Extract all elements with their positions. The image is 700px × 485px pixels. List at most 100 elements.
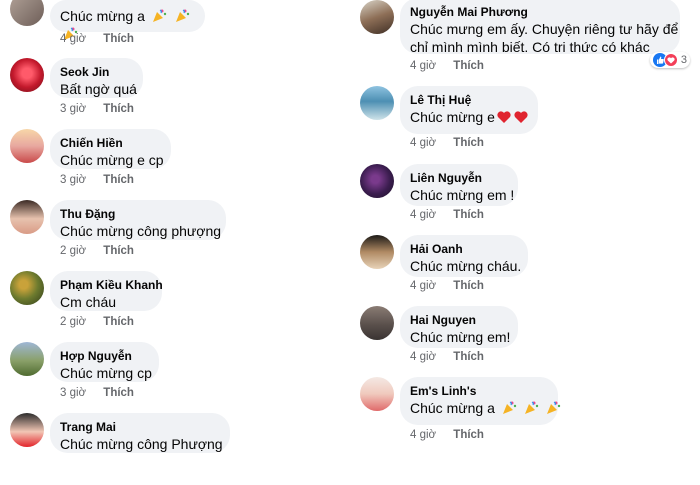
comment-meta: 2 giờ Thích [60,316,134,328]
reaction-summary[interactable]: 3 [649,52,690,68]
avatar[interactable] [360,306,394,340]
comment-meta: 3 giờ Thích [60,387,134,399]
comment-time[interactable]: 4 giờ [410,137,436,149]
party-popper-emoji [499,400,561,416]
comment-time[interactable]: 4 giờ [410,280,436,292]
comment-time[interactable]: 4 giờ [410,60,436,72]
comment-bubble: Hợp Nguyễn Chúc mừng cp [50,342,159,382]
comment-meta: 4 giờ Thích [410,280,484,292]
commenter-name[interactable]: Chiến Hiền [60,135,159,151]
comment: Lê Thị Huệ Chúc mừng e 4 giờ Thích [350,86,700,158]
like-link[interactable]: Thích [453,209,484,221]
comment-time[interactable]: 2 giờ [60,316,86,328]
like-link[interactable]: Thích [453,429,484,441]
comment-bubble: Trang Mai Chúc mừng công Phượng [50,413,230,453]
like-link[interactable]: Thích [103,316,134,328]
comment-text: Chúc mừng cháu. [410,258,522,274]
comment-time[interactable]: 4 giờ [410,351,436,363]
like-link[interactable]: Thích [453,351,484,363]
like-link[interactable]: Thích [453,137,484,149]
comment-text-line-2: chỉ mình mình biết. Có tri thức có khác [410,39,650,55]
reaction-count: 3 [680,54,687,66]
commenter-name[interactable]: Trang Mai [60,419,218,435]
commenter-name[interactable]: Seok Jin [60,64,131,80]
avatar[interactable] [10,129,44,163]
commenter-name[interactable]: Lê Thị Huệ [410,92,526,108]
avatar[interactable] [10,58,44,92]
comment-meta: 3 giờ Thích [60,174,134,186]
comment: Liên Nguyễn Chúc mừng em ! 4 giờ Thích [350,164,700,236]
comment-time[interactable]: 3 giờ [60,387,86,399]
comment-meta: 4 giờ Thích [410,60,484,72]
commenter-name[interactable]: Nguyễn Mai Phương [410,4,668,20]
comment-text: Chúc mừng em ! [410,187,515,203]
commenter-name[interactable]: Hải Oanh [410,241,516,257]
comment-bubble: Hải Oanh Chúc mừng cháu. [400,235,528,277]
comment: Thu Đặng Chúc mừng công phượng 2 giờ Thí… [0,200,345,272]
comment-bubble: Chúc mừng a [50,0,205,40]
comment-text: Chúc mừng công phượng [60,223,222,239]
comment-bubble: Lê Thị Huệ Chúc mừng e [400,86,538,134]
avatar[interactable] [360,86,394,120]
like-link[interactable]: Thích [453,60,484,72]
comment: Hai Nguyen Chúc mừng em! 4 giờ Thích [350,306,700,378]
comment-bubble: Seok Jin Bất ngờ quá [50,58,143,98]
comment: Seok Jin Bất ngờ quá 3 giờ Thích [0,58,345,130]
comment-text: Chúc mừng công Phượng [60,436,223,452]
comment-text: Chúc mừng em! [410,329,511,345]
comment: Hợp Nguyễn Chúc mừng cp 3 giờ Thích [0,342,345,414]
comment-time[interactable]: 3 giờ [60,174,86,186]
commenter-name[interactable]: Hợp Nguyễn [60,348,147,364]
avatar[interactable] [360,377,394,411]
comment-meta: 4 giờ Thích [60,33,134,45]
commenter-name[interactable]: Thu Đặng [60,206,214,222]
comment-text: Chúc mừng cp [60,365,152,381]
avatar[interactable] [10,200,44,234]
comment: Phạm Kiều Khanh Cm cháu 2 giờ Thích [0,271,345,343]
comment-bubble: Chiến Hiền Chúc mừng e cp [50,129,171,169]
comment-text-row: Chúc mừng a [410,399,560,417]
comment-time[interactable]: 3 giờ [60,103,86,115]
comment-bubble: Hai Nguyen Chúc mừng em! [400,306,518,348]
comment-meta: 4 giờ Thích [410,137,484,149]
comment: Chiến Hiền Chúc mừng e cp 3 giờ Thích [0,129,345,201]
avatar[interactable] [10,0,44,26]
avatar[interactable] [360,0,394,34]
comment-bubble: Phạm Kiều Khanh Cm cháu [50,271,163,311]
comment: Hải Oanh Chúc mừng cháu. 4 giờ Thích [350,235,700,307]
like-link[interactable]: Thích [103,33,134,45]
comment-time[interactable]: 4 giờ [60,33,86,45]
red-heart-emoji [495,109,529,125]
commenter-name[interactable]: Liên Nguyễn [410,170,506,186]
comment: Trang Mai Chúc mừng công Phượng [0,413,345,485]
like-link[interactable]: Thích [103,174,134,186]
avatar[interactable] [10,271,44,305]
comment-meta: 4 giờ Thích [410,429,484,441]
avatar[interactable] [360,164,394,198]
commenter-name[interactable]: Phạm Kiều Khanh [60,277,163,293]
avatar[interactable] [10,413,44,447]
like-link[interactable]: Thích [453,280,484,292]
comment-meta: 4 giờ Thích [410,351,484,363]
comment-meta: 3 giờ Thích [60,103,134,115]
comment-bubble: Em's Linh's Chúc mừng a [400,377,560,425]
like-link[interactable]: Thích [103,103,134,115]
comment-bubble: Liên Nguyễn Chúc mừng em ! [400,164,518,206]
comment-text: Chúc mừng a [60,8,145,24]
avatar[interactable] [360,235,394,269]
comment-text: Bất ngờ quá [60,81,137,97]
comment-text: Chúc mừng a [410,400,495,416]
comment-text: Chúc mừng e cp [60,152,164,168]
comment: Nguyễn Mai Phương Chúc mưng em ấy. Chuyệ… [350,0,700,72]
avatar[interactable] [10,342,44,376]
comment-time[interactable]: 2 giờ [60,245,86,257]
comment-text-line-1: Chúc mưng em ấy. Chuyện riêng tư hãy để [410,21,679,37]
comment-time[interactable]: 4 giờ [410,429,436,441]
commenter-name[interactable]: Hai Nguyen [410,312,506,328]
commenter-name[interactable]: Em's Linh's [410,383,546,399]
comment-meta: 2 giờ Thích [60,245,134,257]
like-link[interactable]: Thích [103,245,134,257]
like-link[interactable]: Thích [103,387,134,399]
love-reaction-icon [663,53,678,67]
comment-time[interactable]: 4 giờ [410,209,436,221]
